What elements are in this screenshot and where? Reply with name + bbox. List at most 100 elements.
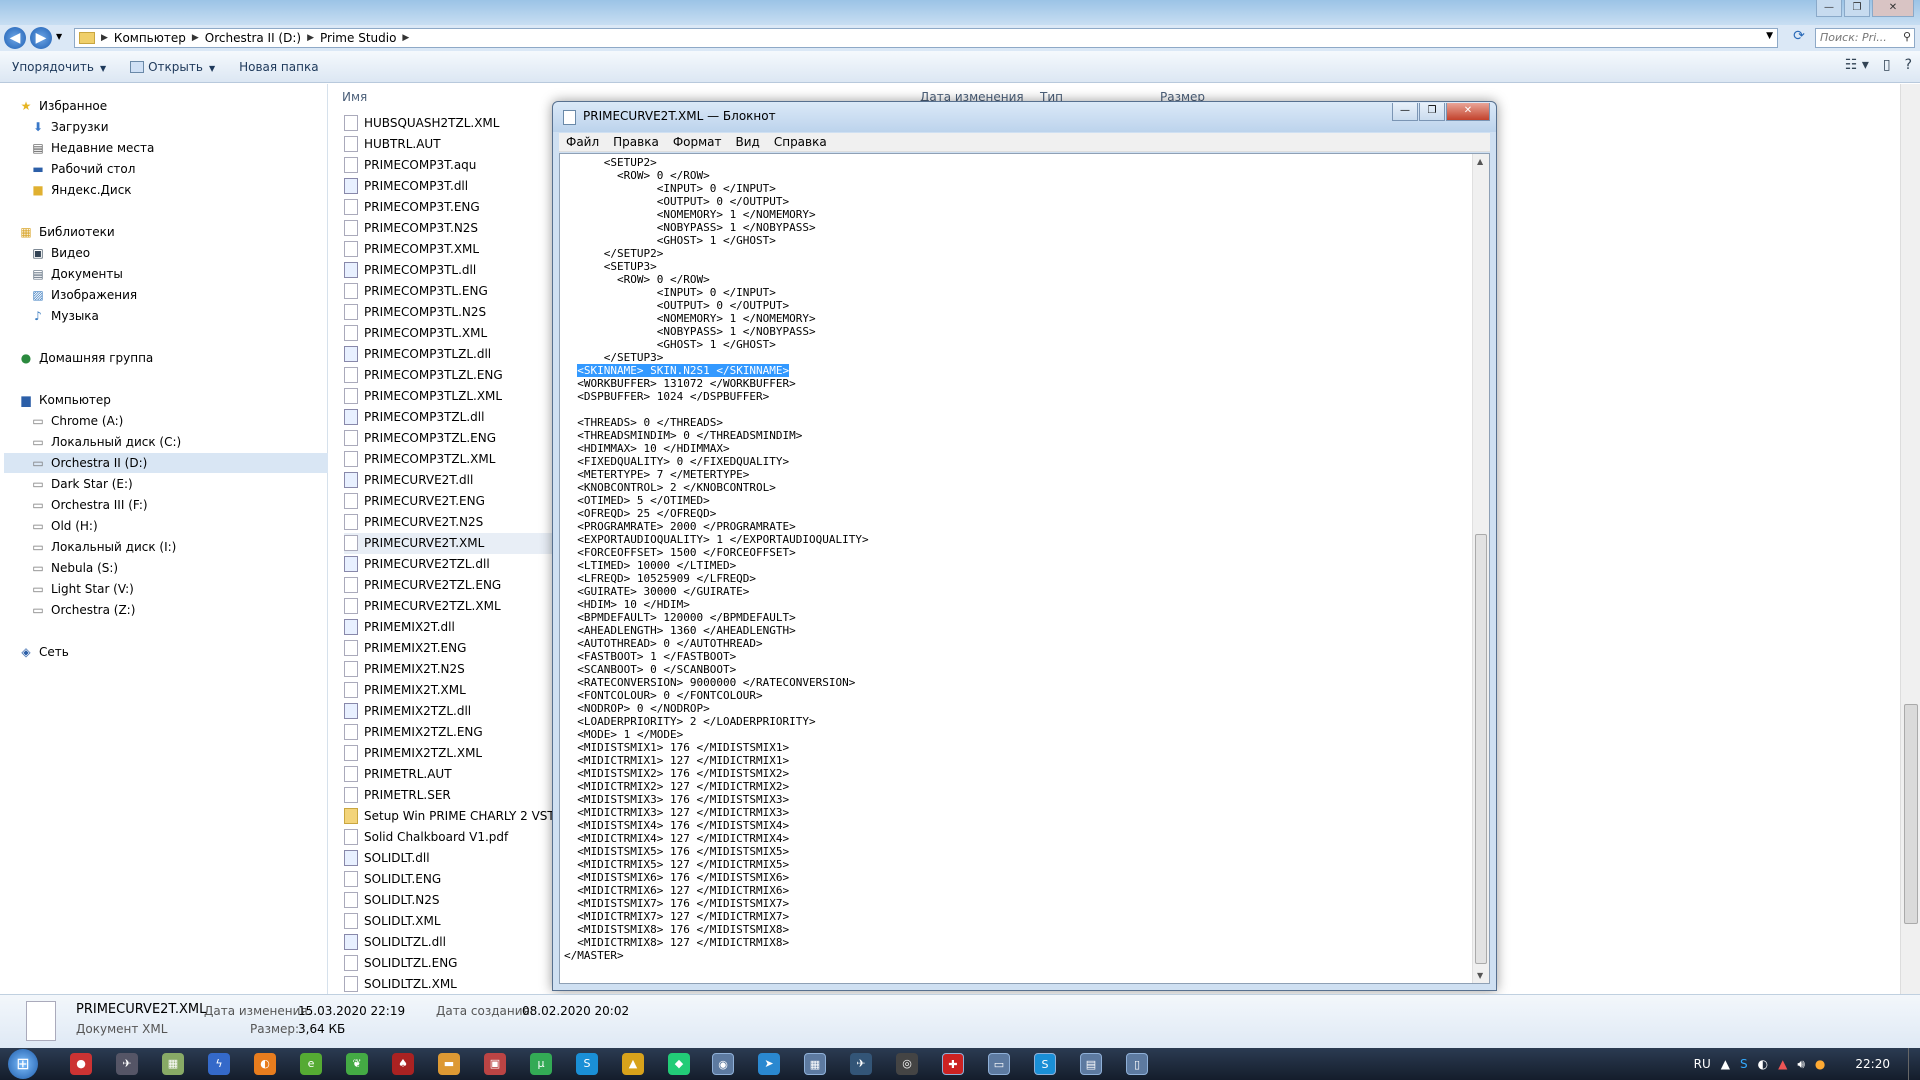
orange-app-icon[interactable]: ◐ xyxy=(254,1053,276,1075)
nav-drive-z[interactable]: ▭ Orchestra (Z:) xyxy=(30,600,135,620)
nav-documents[interactable]: ▤ Документы xyxy=(30,264,122,284)
back-arrow-icon[interactable]: ◀ xyxy=(4,27,26,49)
menu-view[interactable]: Вид xyxy=(729,135,767,149)
nav-recent-places[interactable]: ▤ Недавние места xyxy=(30,138,154,158)
nav-video[interactable]: ▣ Видео xyxy=(30,243,90,263)
file-name: PRIMECURVE2TZL.dll xyxy=(364,557,490,571)
torrent-app-icon[interactable]: μ xyxy=(530,1053,552,1075)
scroll-down-icon[interactable]: ▼ xyxy=(1477,971,1483,980)
column-name[interactable]: Имя xyxy=(342,90,367,104)
tool-app-icon[interactable]: ▬ xyxy=(438,1053,460,1075)
telegram-app-icon[interactable]: ➤ xyxy=(758,1053,780,1075)
leaf-app-icon[interactable]: ❦ xyxy=(346,1053,368,1075)
start-button[interactable]: ⊞ xyxy=(8,1049,38,1079)
shield-app-icon[interactable]: ◆ xyxy=(668,1053,690,1075)
menu-help[interactable]: Справка xyxy=(767,135,834,149)
refresh-icon[interactable]: ⟳ xyxy=(1788,28,1810,48)
skype-tray-icon[interactable]: S xyxy=(1740,1057,1748,1071)
calendar-app-icon[interactable]: ▦ xyxy=(804,1053,826,1075)
breadcrumb-drive[interactable]: Orchestra II (D:) xyxy=(201,31,305,45)
nav-computer[interactable]: ▆ Компьютер xyxy=(18,390,111,410)
record-app-icon[interactable]: ● xyxy=(70,1053,92,1075)
organize-button[interactable]: Упорядочить ▼ xyxy=(0,60,118,74)
nav-drive-c[interactable]: ▭ Локальный диск (C:) xyxy=(30,432,181,452)
text-line: <MIDICTRMIX5> 127 </MIDICTRMIX5> xyxy=(564,858,790,871)
volume-icon[interactable]: 🔊︎ xyxy=(1797,1057,1805,1072)
menu-format[interactable]: Формат xyxy=(666,135,729,149)
sync-tray-icon[interactable]: ◐ xyxy=(1758,1057,1768,1071)
green-app-icon[interactable]: e xyxy=(300,1053,322,1075)
menu-file[interactable]: Файл xyxy=(559,135,606,149)
nav-downloads[interactable]: ⬇ Загрузки xyxy=(30,117,109,137)
gamepad-app-icon[interactable]: ◎ xyxy=(896,1053,918,1075)
text-line: <FASTBOOT> 1 </FASTBOOT> xyxy=(564,650,737,663)
scrollbar-thumb[interactable] xyxy=(1475,534,1487,964)
nav-pictures[interactable]: ▨ Изображения xyxy=(30,285,137,305)
nav-drive-i[interactable]: ▭ Локальный диск (I:) xyxy=(30,537,176,557)
clock[interactable]: 22:20 xyxy=(1855,1057,1890,1071)
scrollbar-thumb[interactable] xyxy=(1904,704,1918,924)
notepad-app-icon[interactable]: ▯ xyxy=(1126,1053,1148,1075)
nav-drive-a[interactable]: ▭ Chrome (A:) xyxy=(30,411,123,431)
nav-desktop[interactable]: ▬ Рабочий стол xyxy=(30,159,135,179)
nav-drive-v[interactable]: ▭ Light Star (V:) xyxy=(30,579,134,599)
open-button[interactable]: Открыть ▼ xyxy=(118,60,227,74)
notepad-text-area[interactable]: <SETUP2> <ROW> 0 </ROW> <INPUT> 0 </INPU… xyxy=(559,153,1490,984)
skype-window-icon[interactable]: S xyxy=(1034,1053,1056,1075)
nav-drive-d[interactable]: ▭ Orchestra II (D:) xyxy=(4,453,328,473)
bird-app-icon[interactable]: ✈ xyxy=(116,1053,138,1075)
notepad-titlebar[interactable]: PRIMECURVE2T.XML — Блокнот — ❐ ✕ xyxy=(553,102,1496,132)
breadcrumb-folder[interactable]: Prime Studio xyxy=(316,31,400,45)
explorer-app-icon[interactable]: ▤ xyxy=(1080,1053,1102,1075)
details-modified: 15.03.2020 22:19 xyxy=(298,1004,406,1018)
lightning-app-icon[interactable]: ϟ xyxy=(208,1053,230,1075)
help-icon[interactable]: ? xyxy=(1905,57,1912,73)
explorer-scrollbar[interactable] xyxy=(1900,84,1920,994)
scroll-up-icon[interactable]: ▲ xyxy=(1477,157,1483,166)
minimize-icon[interactable]: — xyxy=(1816,0,1842,17)
nav-network[interactable]: ◈ Сеть xyxy=(18,642,68,662)
nav-libraries[interactable]: ▦ Библиотеки xyxy=(18,222,114,242)
chrome-app-icon[interactable]: ◉ xyxy=(712,1053,734,1075)
forward-arrow-icon[interactable]: ▶ xyxy=(30,27,52,49)
notepad-scrollbar[interactable]: ▲ ▼ xyxy=(1472,154,1489,983)
plugin-app-icon[interactable]: ✚ xyxy=(942,1053,964,1075)
nav-favorites[interactable]: ★ Избранное xyxy=(18,96,108,116)
triangle-app-icon[interactable]: ▲ xyxy=(622,1053,644,1075)
breadcrumb-computer[interactable]: Компьютер xyxy=(110,31,190,45)
show-desktop-button[interactable] xyxy=(1908,1048,1920,1080)
address-dropdown-icon[interactable]: ▼ xyxy=(1766,31,1773,41)
nav-music[interactable]: ♪ Музыка xyxy=(30,306,99,326)
maximize-icon[interactable]: ❐ xyxy=(1844,0,1870,17)
notepad-title: PRIMECURVE2T.XML — Блокнот xyxy=(583,109,776,123)
view-options-icon[interactable]: ☷ ▾ xyxy=(1845,57,1869,73)
preview-pane-icon[interactable]: ▯ xyxy=(1883,57,1891,73)
close-icon[interactable]: ✕ xyxy=(1446,103,1490,121)
skype-app-icon[interactable]: S xyxy=(576,1053,598,1075)
minimize-icon[interactable]: — xyxy=(1392,103,1418,121)
red-app-icon[interactable]: ♠ xyxy=(392,1053,414,1075)
nav-drive-e[interactable]: ▭ Dark Star (E:) xyxy=(30,474,132,494)
maximize-icon[interactable]: ❐ xyxy=(1419,103,1445,121)
address-bar[interactable]: ▶ Компьютер ▶ Orchestra II (D:) ▶ Prime … xyxy=(74,28,1778,48)
new-folder-button[interactable]: Новая папка xyxy=(227,60,330,74)
image-app-icon[interactable]: ▦ xyxy=(162,1053,184,1075)
tray-expand-icon[interactable]: ▲ xyxy=(1721,1057,1730,1071)
close-icon[interactable]: ✕ xyxy=(1872,0,1914,17)
history-chevron-icon[interactable]: ▼ xyxy=(56,32,62,41)
nav-drive-h[interactable]: ▭ Old (H:) xyxy=(30,516,97,536)
xml-file-icon xyxy=(26,1001,56,1041)
nav-drive-s[interactable]: ▭ Nebula (S:) xyxy=(30,558,118,578)
plane-app-icon[interactable]: ✈ xyxy=(850,1053,872,1075)
nav-drive-f[interactable]: ▭ Orchestra III (F:) xyxy=(30,495,147,515)
chat-app-icon[interactable]: ▭ xyxy=(988,1053,1010,1075)
search-input[interactable]: Поиск: Pri... ⚲ xyxy=(1815,28,1915,48)
nav-homegroup[interactable]: ● Домашняя группа xyxy=(18,348,154,368)
daw-app-icon[interactable]: ▣ xyxy=(484,1053,506,1075)
language-indicator[interactable]: RU xyxy=(1694,1057,1711,1071)
alert-tray-icon[interactable]: ▲ xyxy=(1778,1057,1787,1071)
text-line: <FIXEDQUALITY> 0 </FIXEDQUALITY> xyxy=(564,455,790,468)
nav-yandex-disk[interactable]: ■ Яндекс.Диск xyxy=(30,180,131,200)
network-tray-icon[interactable]: ● xyxy=(1815,1057,1825,1071)
menu-edit[interactable]: Правка xyxy=(606,135,666,149)
